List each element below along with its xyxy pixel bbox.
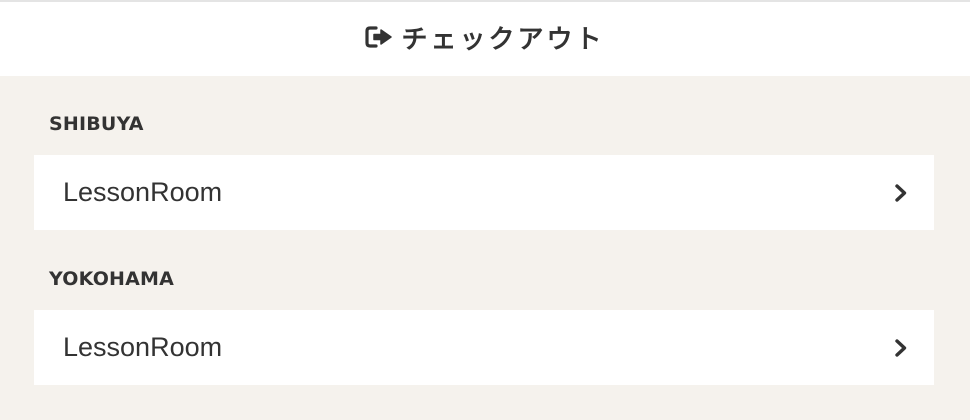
header-title-group: チェックアウト: [365, 19, 604, 56]
location-label-shibuya: SHIBUYA: [49, 113, 144, 135]
location-label-yokohama: YOKOHAMA: [49, 268, 175, 290]
room-item-yokohama-lessonroom[interactable]: LessonRoom: [34, 310, 934, 385]
page-header: チェックアウト: [0, 0, 970, 76]
chevron-right-icon: [894, 183, 908, 203]
chevron-right-icon: [894, 338, 908, 358]
page-title: チェックアウト: [401, 24, 605, 55]
room-label: LessonRoom: [63, 332, 223, 362]
room-item-shibuya-lessonroom[interactable]: LessonRoom: [34, 155, 934, 230]
sign-out-icon: [365, 25, 393, 49]
room-label: LessonRoom: [63, 177, 223, 207]
